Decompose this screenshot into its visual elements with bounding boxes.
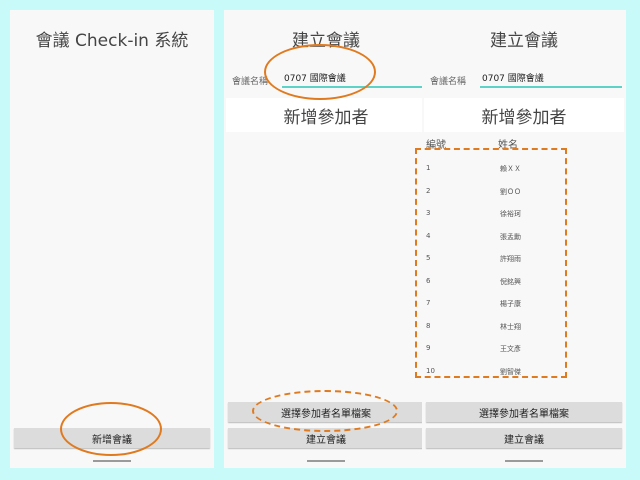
highlight-participant-list-box	[415, 148, 567, 378]
meeting-name-label: 會議名稱	[430, 77, 467, 87]
home-indicator	[505, 460, 543, 462]
home-indicator	[307, 460, 345, 462]
add-participant-button[interactable]: 新增參加者	[424, 98, 624, 132]
highlight-meeting-name-oval	[264, 44, 376, 100]
highlight-new-meeting-oval	[60, 402, 162, 456]
highlight-pick-file-oval	[252, 390, 398, 432]
app-title: 會議 Check-in 系統	[35, 31, 189, 51]
main-screen: 會議 Check-in 系統 新增會議	[10, 10, 214, 468]
screen-title: 建立會議	[490, 31, 558, 51]
meeting-name-row: 會議名稱	[422, 68, 626, 90]
create-meeting-button[interactable]: 建立會議	[426, 428, 622, 448]
meeting-name-label: 會議名稱	[232, 77, 269, 87]
pick-participant-file-button[interactable]: 選擇參加者名單檔案	[426, 402, 622, 422]
home-indicator	[93, 460, 131, 462]
meeting-name-input[interactable]	[480, 68, 622, 88]
add-participant-button[interactable]: 新增參加者	[226, 98, 426, 132]
